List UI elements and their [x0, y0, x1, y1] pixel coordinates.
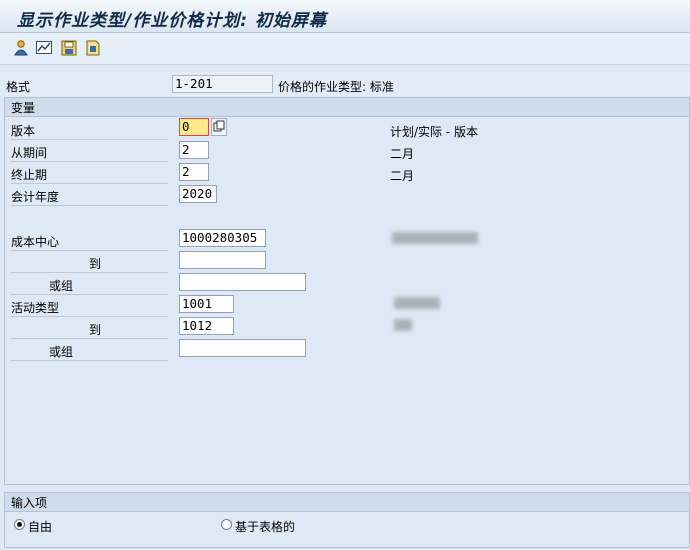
cost-center-input[interactable]: 1000280305 [179, 229, 266, 247]
cost-center-label: 成本中心 [11, 233, 168, 251]
variant-icon[interactable] [84, 39, 102, 57]
radio-table-based[interactable] [221, 519, 232, 530]
title-bar: 显示作业类型/作业价格计划: 初始屏幕 [0, 0, 690, 33]
activity-type-label: 活动类型 [11, 299, 168, 317]
from-period-description: 二月 [390, 147, 415, 161]
input-options-title: 输入项 [11, 496, 48, 510]
input-options-header: 输入项 [5, 493, 689, 512]
copy-icon[interactable] [211, 118, 227, 136]
activity-group-input[interactable] [179, 339, 306, 357]
cost-center-group-input[interactable] [179, 273, 306, 291]
cost-center-group-label: 或组 [11, 277, 168, 295]
version-label: 版本 [11, 122, 168, 140]
version-description: 计划/实际 - 版本 [390, 125, 479, 139]
fiscal-year-label: 会计年度 [11, 188, 168, 206]
format-label: 格式 [6, 80, 31, 94]
application-toolbar [0, 33, 690, 65]
from-period-label: 从期间 [11, 144, 168, 162]
redacted-text [394, 297, 440, 309]
person-icon[interactable] [12, 39, 30, 57]
header-area: 格式 1-201 价格的作业类型: 标准 [0, 72, 690, 96]
chart-icon[interactable] [35, 39, 53, 57]
variables-group-title: 变量 [11, 101, 36, 115]
activity-group-label: 或组 [11, 343, 168, 361]
variables-group-header: 变量 [5, 98, 689, 117]
activity-type-to-input[interactable]: 1012 [179, 317, 234, 335]
to-period-label: 终止期 [11, 166, 168, 184]
activity-type-to-label: 到 [11, 321, 168, 339]
to-period-description: 二月 [390, 169, 415, 183]
fiscal-year-input[interactable]: 2020 [179, 185, 217, 203]
activity-type-input[interactable]: 1001 [179, 295, 234, 313]
radio-free-label: 自由 [28, 520, 53, 534]
redacted-text [394, 319, 412, 331]
save-icon[interactable] [60, 39, 78, 57]
redacted-text [392, 232, 478, 244]
from-period-input[interactable]: 2 [179, 141, 209, 159]
cost-center-to-input[interactable] [179, 251, 266, 269]
version-input[interactable]: 0 [179, 118, 209, 136]
radio-table-based-label: 基于表格的 [235, 520, 296, 534]
to-period-input[interactable]: 2 [179, 163, 209, 181]
window-title: 显示作业类型/作业价格计划: 初始屏幕 [17, 11, 327, 31]
format-description: 价格的作业类型: 标准 [278, 80, 394, 94]
cost-center-to-label: 到 [11, 255, 168, 273]
input-options-group: 输入项 [4, 492, 690, 548]
format-field: 1-201 [172, 75, 273, 93]
radio-free[interactable] [14, 519, 25, 530]
